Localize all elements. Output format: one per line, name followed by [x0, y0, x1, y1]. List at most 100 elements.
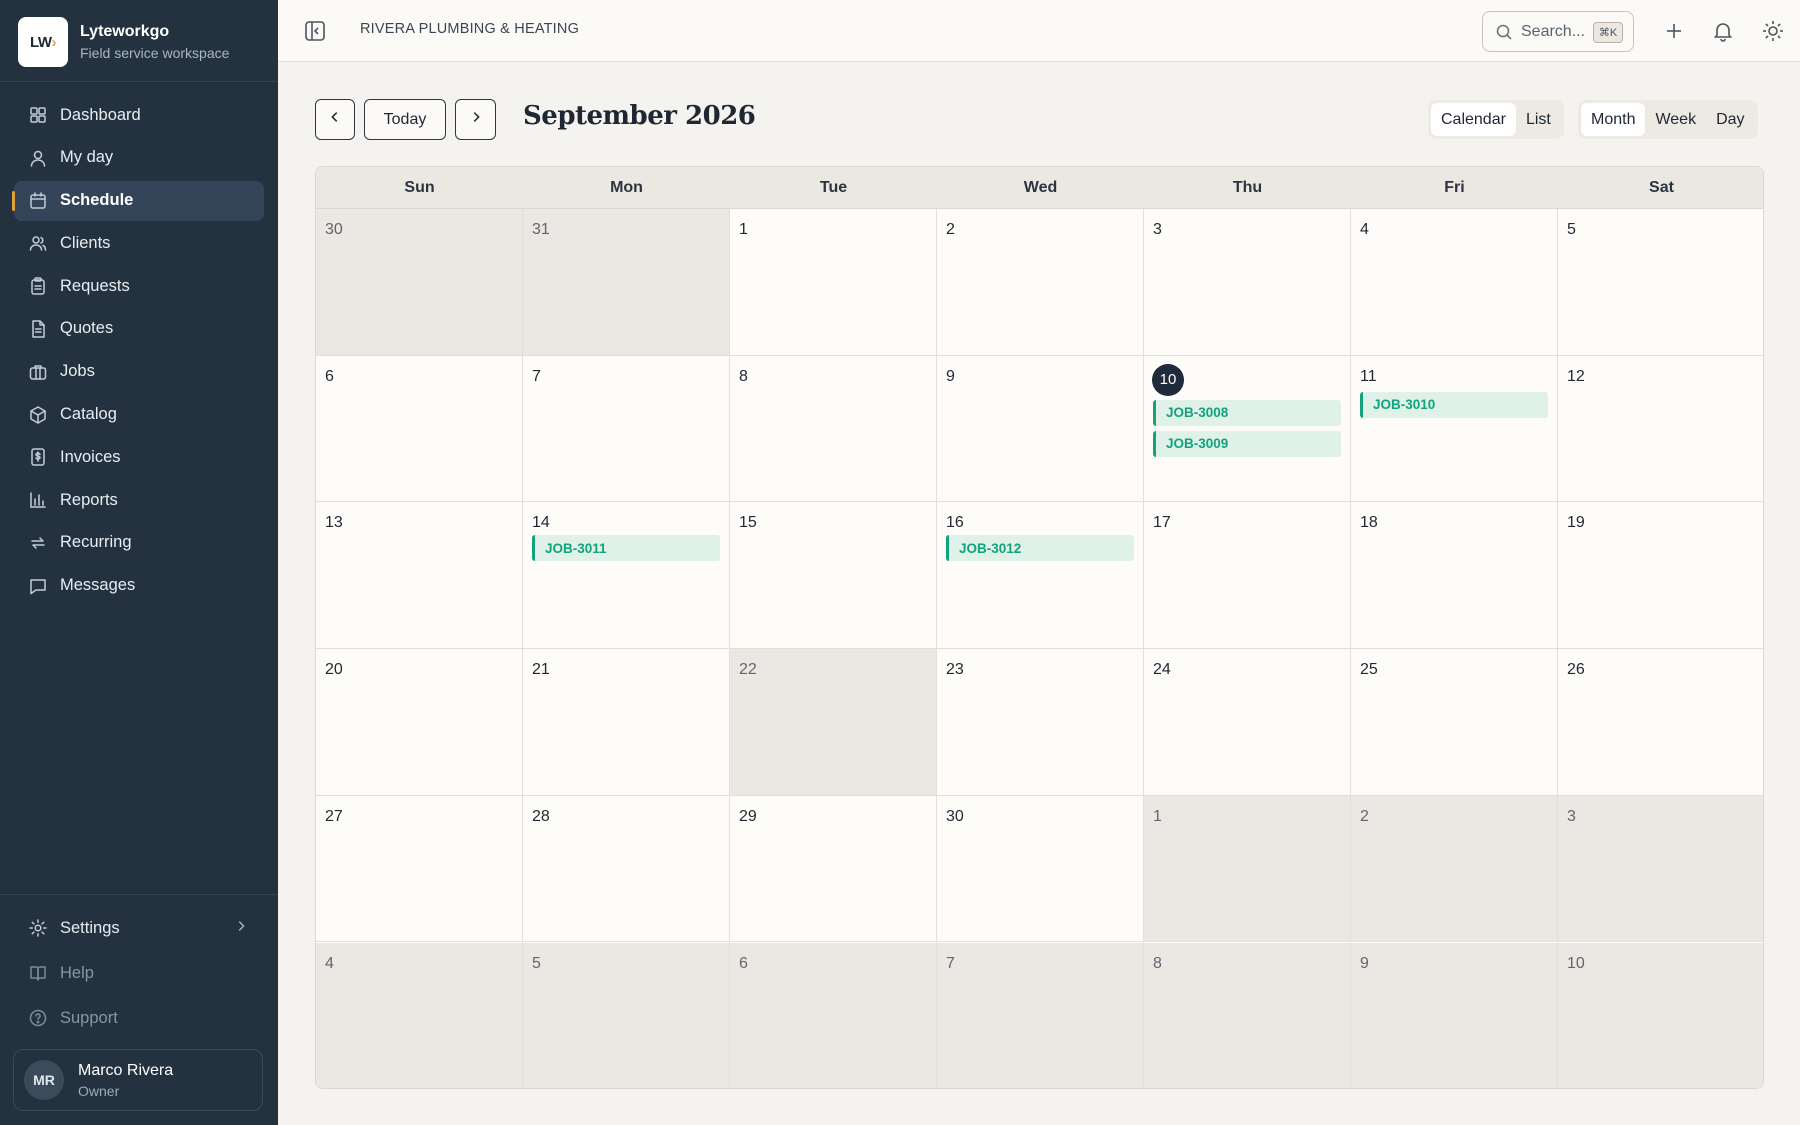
- search-icon: [1495, 23, 1513, 41]
- day-number: 5: [1567, 221, 1576, 238]
- day-number: 20: [325, 661, 343, 679]
- day-cell[interactable]: 27: [316, 795, 523, 943]
- day-cell[interactable]: 18: [1351, 502, 1558, 650]
- day-cell[interactable]: 6: [316, 355, 523, 503]
- prev-month-button[interactable]: [315, 99, 355, 140]
- sidebar-item-catalog[interactable]: Catalog: [14, 395, 264, 435]
- weekday-sat: Sat: [1649, 179, 1674, 196]
- sidebar-item-jobs[interactable]: Jobs: [14, 352, 264, 392]
- sidebar-item-requests[interactable]: Requests: [14, 266, 264, 306]
- help-circle-icon: [28, 1008, 48, 1028]
- day-cell[interactable]: 4: [1351, 209, 1558, 356]
- weekday-wed: Wed: [1023, 179, 1058, 196]
- day-cell[interactable]: 5: [1558, 209, 1763, 356]
- day-cell[interactable]: 19: [1558, 502, 1763, 650]
- brand[interactable]: LW › Lyteworkgo Field service workspace: [18, 17, 229, 67]
- sidebar-divider: [0, 81, 278, 82]
- day-cell[interactable]: 10: [1558, 942, 1763, 1088]
- day-cell[interactable]: 7: [937, 942, 1144, 1088]
- day-cell[interactable]: 26: [1558, 649, 1763, 796]
- job-event[interactable]: JOB-3010: [1360, 391, 1548, 418]
- job-event[interactable]: JOB-3011: [532, 535, 720, 562]
- day-cell[interactable]: 30: [937, 795, 1144, 943]
- view-toggle-list[interactable]: List: [1516, 103, 1561, 136]
- sidebar-item-settings[interactable]: Settings: [14, 906, 264, 950]
- day-cell[interactable]: 25: [1351, 649, 1558, 796]
- day-cell[interactable]: 29: [730, 795, 937, 943]
- message-icon: [28, 576, 48, 596]
- day-cell[interactable]: 7: [523, 355, 730, 503]
- day-cell[interactable]: 3: [1144, 209, 1351, 356]
- sidebar-item-dashboard[interactable]: Dashboard: [14, 95, 264, 135]
- day-cell[interactable]: 24: [1144, 649, 1351, 796]
- sidebar-toggle-icon[interactable]: [304, 20, 326, 42]
- avatar: MR: [24, 1060, 64, 1100]
- sidebar-item-quotes[interactable]: Quotes: [14, 309, 264, 349]
- dashboard-icon: [28, 105, 48, 125]
- day-cell[interactable]: 30: [316, 209, 523, 356]
- range-toggle-week[interactable]: Week: [1645, 103, 1706, 136]
- sidebar-item-schedule[interactable]: Schedule: [12, 180, 264, 221]
- day-number: 12: [1567, 367, 1585, 385]
- day-cell[interactable]: 5: [523, 942, 730, 1088]
- day-cell[interactable]: 2: [937, 209, 1144, 356]
- day-cell[interactable]: 14 JOB-3011: [523, 502, 730, 650]
- range-toggle: Month Week Day: [1578, 100, 1758, 139]
- day-cell[interactable]: 8: [730, 355, 937, 503]
- sidebar-item-reports[interactable]: Reports: [14, 480, 264, 520]
- search-input[interactable]: Search... ⌘K: [1482, 11, 1634, 52]
- day-cell[interactable]: 13: [316, 502, 523, 650]
- brand-subtitle: Field service workspace: [80, 45, 230, 61]
- day-number: 15: [739, 514, 757, 532]
- search-shortcut: ⌘K: [1593, 22, 1623, 43]
- day-cell[interactable]: 1: [1144, 795, 1351, 943]
- day-cell[interactable]: 2: [1351, 795, 1558, 943]
- day-cell[interactable]: 10 JOB-3008 JOB-3009: [1144, 355, 1351, 503]
- day-cell[interactable]: 23: [937, 649, 1144, 796]
- day-cell[interactable]: 16 JOB-3012: [937, 502, 1144, 650]
- day-cell[interactable]: 4: [316, 942, 523, 1088]
- sidebar-item-invoices[interactable]: Invoices: [14, 437, 264, 477]
- day-number: 6: [739, 954, 748, 972]
- day-number: 31: [532, 221, 550, 238]
- day-number: 8: [1153, 954, 1162, 972]
- sidebar-item-recurring[interactable]: Recurring: [14, 523, 264, 563]
- day-number: 7: [532, 367, 541, 385]
- user-card[interactable]: MR Marco Rivera Owner: [13, 1049, 263, 1111]
- day-cell[interactable]: 12: [1558, 355, 1763, 503]
- day-cell[interactable]: 21: [523, 649, 730, 796]
- next-month-button[interactable]: [455, 99, 496, 140]
- plus-icon[interactable]: [1662, 19, 1686, 43]
- sun-icon[interactable]: [1761, 19, 1785, 43]
- sidebar-item-clients[interactable]: Clients: [14, 223, 264, 263]
- job-event[interactable]: JOB-3009: [1153, 430, 1341, 457]
- job-event[interactable]: JOB-3012: [946, 535, 1134, 562]
- day-cell[interactable]: 6: [730, 942, 937, 1088]
- bell-icon[interactable]: [1711, 19, 1735, 43]
- range-toggle-day[interactable]: Day: [1706, 103, 1754, 136]
- sidebar-item-my-day[interactable]: My day: [14, 138, 264, 178]
- day-cell[interactable]: 20: [316, 649, 523, 796]
- gear-icon: [28, 918, 48, 938]
- day-cell[interactable]: 3: [1558, 795, 1763, 943]
- day-cell[interactable]: 8: [1144, 942, 1351, 1088]
- calendar-icon: [28, 191, 48, 211]
- day-cell[interactable]: 17: [1144, 502, 1351, 650]
- job-event[interactable]: JOB-3008: [1153, 399, 1341, 426]
- sidebar-item-messages[interactable]: Messages: [14, 566, 264, 606]
- day-cell[interactable]: 9: [937, 355, 1144, 503]
- day-cell[interactable]: 1: [730, 209, 937, 356]
- day-cell[interactable]: 15: [730, 502, 937, 650]
- day-cell[interactable]: 22: [730, 649, 937, 796]
- day-cell[interactable]: 11 JOB-3010: [1351, 355, 1558, 503]
- today-button[interactable]: Today: [364, 99, 446, 140]
- range-toggle-month[interactable]: Month: [1581, 103, 1646, 136]
- sidebar-item-help[interactable]: Help: [14, 951, 264, 995]
- sidebar-item-support[interactable]: Support: [14, 996, 264, 1040]
- day-number: 14: [532, 514, 550, 532]
- day-cell[interactable]: 28: [523, 795, 730, 943]
- day-cell[interactable]: 31: [523, 209, 730, 356]
- view-toggle-calendar[interactable]: Calendar: [1431, 103, 1516, 136]
- day-cell[interactable]: 9: [1351, 942, 1558, 1088]
- user-name: Marco Rivera: [78, 1061, 174, 1079]
